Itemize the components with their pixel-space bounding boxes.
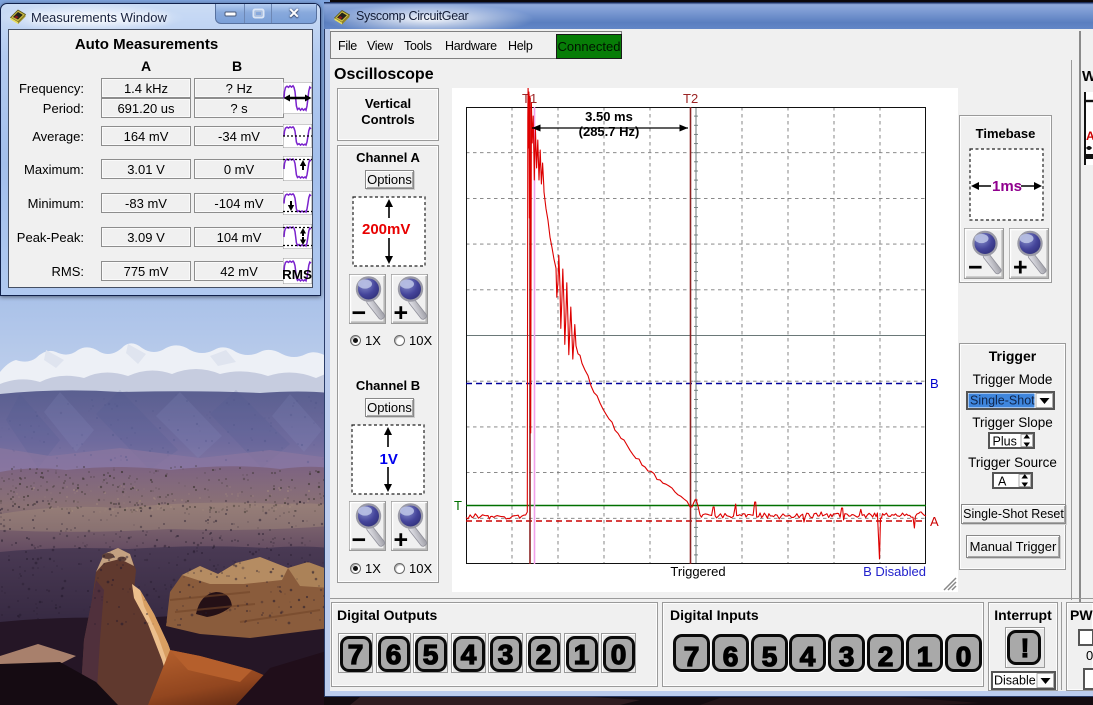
svg-text:RMS: RMS xyxy=(283,267,312,282)
svg-text:+: + xyxy=(394,299,409,324)
svg-text:−: − xyxy=(968,254,983,280)
svg-text:T: T xyxy=(454,498,462,513)
svg-text:(285.7 Hz): (285.7 Hz) xyxy=(579,124,640,139)
svg-text:T2: T2 xyxy=(683,91,698,106)
svg-text:+: + xyxy=(1013,254,1028,280)
svg-text:A: A xyxy=(998,475,1007,489)
svg-text:−: − xyxy=(352,299,367,324)
svg-text:Triggered: Triggered xyxy=(670,564,725,579)
svg-text:Disable: Disable xyxy=(994,674,1036,688)
svg-text:1ms: 1ms xyxy=(992,178,1022,195)
svg-text:B: B xyxy=(930,376,939,391)
svg-text:−: − xyxy=(352,526,367,551)
svg-text:Single-Shot: Single-Shot xyxy=(970,394,1035,408)
svg-text:B Disabled: B Disabled xyxy=(863,564,926,579)
svg-text:+: + xyxy=(394,526,409,551)
svg-text:Plus: Plus xyxy=(993,435,1017,449)
svg-text:1V: 1V xyxy=(380,451,398,468)
svg-text:200mV: 200mV xyxy=(362,221,410,238)
svg-text:A: A xyxy=(1086,129,1093,143)
svg-text:A: A xyxy=(930,514,939,529)
svg-text:3.50 ms: 3.50 ms xyxy=(585,109,633,124)
